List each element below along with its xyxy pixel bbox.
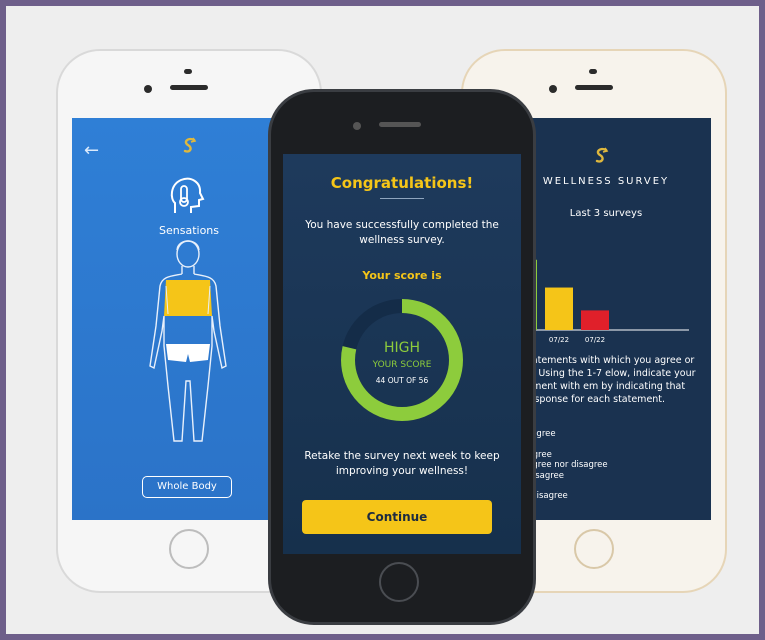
score-caption: YOUR SCORE bbox=[372, 360, 432, 370]
body-map[interactable] bbox=[128, 236, 248, 466]
speaker bbox=[379, 122, 421, 127]
bar bbox=[581, 310, 609, 330]
speaker bbox=[575, 85, 613, 90]
x-tick-label: 07/22 bbox=[585, 336, 605, 344]
front-camera bbox=[353, 122, 361, 130]
x-tick-label: 07/22 bbox=[549, 336, 569, 344]
home-button bbox=[574, 529, 614, 569]
continue-button[interactable]: Continue bbox=[302, 500, 492, 534]
home-button bbox=[169, 529, 209, 569]
speaker bbox=[170, 85, 208, 90]
phone-middle: Congratulations! You have successfully c… bbox=[268, 89, 536, 625]
whole-body-button[interactable]: Whole Body bbox=[142, 476, 232, 498]
highlighted-torso bbox=[164, 280, 212, 316]
divider bbox=[380, 198, 424, 199]
sensor bbox=[184, 69, 192, 74]
score-heading: Your score is bbox=[362, 269, 442, 282]
score-screen: Congratulations! You have successfully c… bbox=[283, 154, 521, 554]
completion-message: You have successfully completed the well… bbox=[305, 219, 499, 246]
chart-title: Last 3 surveys bbox=[569, 208, 643, 219]
front-camera bbox=[549, 85, 557, 93]
screen-title: WELLNESS SURVEY bbox=[542, 176, 670, 187]
brand-logo-icon bbox=[180, 136, 200, 161]
showcase-background: ← Sensations Whole Body WELLNESS SURVEY … bbox=[6, 6, 759, 634]
front-camera bbox=[144, 85, 152, 93]
sensor bbox=[589, 69, 597, 74]
score-detail: 44 OUT OF 56 bbox=[375, 376, 429, 385]
bar bbox=[545, 287, 573, 330]
brand-logo-icon bbox=[592, 146, 612, 171]
head-thermometer-icon bbox=[170, 177, 205, 213]
congrats-heading: Congratulations! bbox=[330, 174, 474, 192]
home-button bbox=[379, 562, 419, 602]
back-arrow-icon[interactable]: ← bbox=[84, 140, 99, 161]
score-level: HIGH bbox=[383, 340, 421, 356]
retake-message: Retake the survey next week to keep impr… bbox=[304, 450, 500, 477]
